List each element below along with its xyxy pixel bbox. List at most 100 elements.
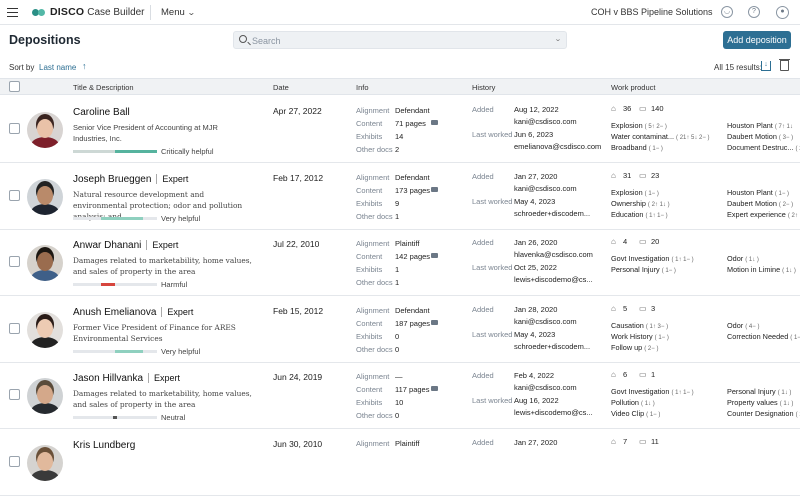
history-added-by: hlavenka@csdisco.com	[514, 250, 593, 259]
deponent-name-line[interactable]: Kris Lundberg	[73, 440, 135, 451]
work-product-tag[interactable]: Expert experience ( 2↑	[727, 210, 798, 219]
search-icon	[239, 35, 247, 43]
work-product-tag[interactable]: Odor ( 1↓ )	[727, 254, 759, 263]
work-product-tag[interactable]: Work History ( 1− )	[611, 332, 669, 341]
deponent-name[interactable]: Kris Lundberg	[73, 440, 135, 451]
work-product-tag[interactable]: Personal Injury ( 1↓ )	[727, 387, 791, 396]
search-placeholder: Search	[252, 36, 281, 46]
work-product-tag[interactable]: Document Destruc... ( 2− )	[727, 143, 800, 152]
row-checkbox[interactable]	[9, 256, 20, 267]
deposition-row[interactable]: Caroline Ball Senior Vice President of Ac…	[0, 96, 800, 163]
smiley-icon[interactable]: ◡	[721, 6, 733, 18]
deposition-row[interactable]: Anush Emelianova Expert Former Vice Presid…	[0, 296, 800, 363]
history-last-worked-by: lewis+discodemo@cs...	[514, 408, 593, 417]
work-product-tag[interactable]: Houston Plant ( 7↑ 1↓	[727, 121, 793, 130]
work-product-tag[interactable]: Water contaminat... ( 21↑ 5↓ 2− )	[611, 132, 710, 141]
avatar	[27, 312, 63, 348]
work-product-tag[interactable]: Broadband ( 1− )	[611, 143, 663, 152]
work-product-tag[interactable]: Counter Designation ( 1↓ )	[727, 409, 800, 418]
column-header-title[interactable]: Title & Description	[73, 83, 134, 92]
work-product-counts: ( 1↑ 3− )	[645, 324, 669, 330]
work-product-counts: ( 1− )	[654, 335, 669, 341]
work-product-tag[interactable]: Correction Needed ( 1− )	[727, 332, 800, 341]
column-header-work-product[interactable]: Work product	[611, 83, 655, 92]
work-product-tag[interactable]: Personal Injury ( 1− )	[611, 265, 676, 274]
work-product-tag[interactable]: Causation ( 1↑ 3− )	[611, 321, 668, 330]
column-header-history[interactable]: History	[472, 83, 495, 92]
work-product-label: Houston Plant	[727, 188, 773, 197]
comment-count: 3	[651, 304, 656, 313]
work-product-tag[interactable]: Motion in Limine ( 1↓ )	[727, 265, 796, 274]
work-product-tag[interactable]: Follow up ( 2− )	[611, 343, 658, 352]
download-icon[interactable]: ↓	[761, 61, 771, 71]
work-product-label: Broadband	[611, 143, 647, 152]
chevron-down-icon[interactable]: ⌄	[554, 35, 562, 43]
deposition-date: Feb 17, 2012	[273, 173, 324, 183]
deponent-name[interactable]: Joseph Brueggen	[73, 174, 151, 185]
deposition-row[interactable]: Jason Hillvanka Expert Damages related to …	[0, 362, 800, 429]
deposition-row[interactable]: Kris Lundberg Jun 30, 2010 Alignment Plaint…	[0, 429, 800, 496]
work-product-tag[interactable]: Video Clip ( 1− )	[611, 409, 660, 418]
hamburger-menu-icon[interactable]	[7, 8, 18, 18]
work-product-label: Govt Investigation	[611, 254, 670, 263]
search-input[interactable]: Search ⌄	[233, 31, 567, 49]
deponent-name[interactable]: Jason Hillvanka	[73, 373, 143, 384]
work-product-tag[interactable]: Odor ( 4− )	[727, 321, 759, 330]
tag-count: 4	[623, 237, 628, 246]
tag-icon: ⌂	[611, 304, 616, 313]
work-product-counts: ( 1↓ )	[641, 401, 655, 407]
deposition-row[interactable]: Anwar Dhanani Expert Damages related to ma…	[0, 229, 800, 296]
history-added-by: kani@csdisco.com	[514, 383, 577, 392]
deponent-name-line[interactable]: Caroline Ball	[73, 107, 130, 118]
work-product-tag[interactable]: Explosion ( 1− )	[611, 188, 659, 197]
work-product-tag[interactable]: Education ( 1↑ 1− )	[611, 210, 668, 219]
select-all-checkbox[interactable]	[9, 81, 20, 92]
main-menu-button[interactable]: Menu ⌄	[161, 7, 195, 18]
info-label-other-docs: Other docs	[356, 278, 393, 287]
row-checkbox[interactable]	[9, 190, 20, 201]
deponent-name[interactable]: Anush Emelianova	[73, 307, 156, 318]
work-product-tag[interactable]: Property values ( 1↓ )	[727, 398, 793, 407]
trash-icon[interactable]	[779, 59, 790, 71]
user-avatar-icon[interactable]: ●	[776, 6, 789, 19]
work-product-tag[interactable]: Explosion ( 5↑ 2− )	[611, 121, 667, 130]
work-product-tag[interactable]: Pollution ( 1↓ )	[611, 398, 655, 407]
work-product-label: Govt Investigation	[611, 387, 670, 396]
add-deposition-button[interactable]: Add deposition	[723, 31, 791, 49]
sort-direction-icon[interactable]: ↑	[82, 61, 87, 71]
work-product-counts: ( 1− )	[661, 268, 676, 274]
deponent-name-line[interactable]: Anwar Dhanani Expert	[73, 240, 178, 251]
row-checkbox[interactable]	[9, 123, 20, 134]
deponent-name[interactable]: Anwar Dhanani	[73, 240, 141, 251]
work-product-tag[interactable]: Daubert Motion ( 3− )	[727, 132, 793, 141]
sort-field-select[interactable]: Last name	[39, 63, 76, 72]
deponent-name-line[interactable]: Anush Emelianova Expert	[73, 307, 193, 318]
row-checkbox[interactable]	[9, 389, 20, 400]
deponent-name-line[interactable]: Joseph Brueggen Expert	[73, 174, 188, 185]
deponent-description: Damages related to marketability, home v…	[73, 256, 252, 276]
project-name[interactable]: COH v BBS Pipeline Solutions	[591, 7, 713, 17]
work-product-tag[interactable]: Ownership ( 2↑ 1↓ )	[611, 199, 670, 208]
column-header-info[interactable]: Info	[356, 83, 369, 92]
work-product-tag[interactable]: Daubert Motion ( 2− )	[727, 199, 793, 208]
work-product-tag[interactable]: Govt Investigation ( 1↑ 1− )	[611, 387, 694, 396]
history-last-worked-label: Last worked	[472, 396, 513, 405]
logo[interactable]: DISCO Case Builder	[32, 6, 145, 18]
comment-icon: ▭	[639, 370, 647, 379]
work-product-counts: ( 2↑ 1↓ )	[647, 202, 670, 208]
column-header-date[interactable]: Date	[273, 83, 289, 92]
history-last-worked-by: schroeder+discodem...	[514, 342, 591, 351]
info-label-other-docs: Other docs	[356, 345, 393, 354]
row-checkbox[interactable]	[9, 456, 20, 467]
deponent-name[interactable]: Caroline Ball	[73, 107, 130, 118]
info-value-other-docs: 2	[395, 145, 400, 154]
work-product-counts: ( 1↑ 1− )	[671, 390, 694, 396]
deponent-name-line[interactable]: Jason Hillvanka Expert	[73, 373, 180, 384]
deposition-row[interactable]: Joseph Brueggen Expert Natural resource de…	[0, 163, 800, 230]
row-checkbox[interactable]	[9, 323, 20, 334]
work-product-tag[interactable]: Govt Investigation ( 1↑ 1− )	[611, 254, 694, 263]
comment-count: 11	[651, 437, 659, 446]
info-label-other-docs: Other docs	[356, 145, 393, 154]
work-product-tag[interactable]: Houston Plant ( 1− )	[727, 188, 789, 197]
help-icon[interactable]: ?	[748, 6, 760, 18]
